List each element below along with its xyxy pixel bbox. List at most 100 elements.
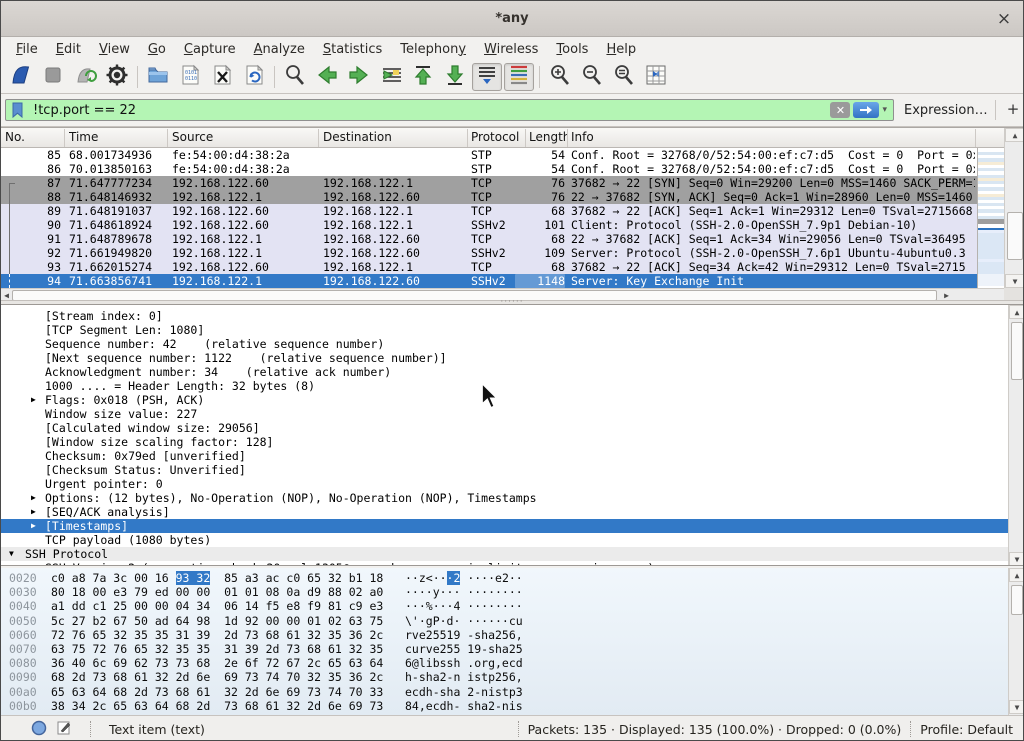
detail-row[interactable]: Sequence number: 42 (relative sequence n… [1, 337, 1008, 351]
column-separator[interactable] [567, 129, 568, 147]
packet-row-86[interactable]: 8670.013850163fe:54:00:d4:38:2aSTP54Conf… [1, 162, 1004, 176]
hex-row-00a0[interactable]: 00a065 63 64 68 2d 73 68 61 32 2d 6e 69 … [1, 685, 1023, 699]
detail-row[interactable]: Checksum: 0x79ed [unverified] [1, 449, 1008, 463]
hex-bytes[interactable]: 80 18 00 e3 79 ed 00 00 01 01 08 0a d9 8… [51, 585, 383, 599]
filter-clear-button[interactable]: ✕ [830, 102, 850, 118]
menu-go[interactable]: Go [139, 39, 175, 60]
scroll-thumb[interactable] [1007, 212, 1023, 260]
capture-options-button[interactable] [102, 63, 132, 91]
hex-row-00b0[interactable]: 00b038 34 2c 65 63 64 68 2d 73 68 61 32 … [1, 699, 1023, 713]
detail-row[interactable]: ▶Options: (12 bytes), No-Operation (NOP)… [1, 491, 1008, 505]
column-header-info[interactable]: Info [571, 130, 975, 146]
hex-bytes[interactable]: 5c 27 b2 67 50 ad 64 98 1d 92 00 00 01 0… [51, 614, 383, 628]
menu-help[interactable]: Help [597, 39, 645, 60]
expand-arrow-icon[interactable]: ▶ [31, 491, 36, 505]
hex-row-0060[interactable]: 006072 76 65 32 35 35 31 39 2d 73 68 61 … [1, 628, 1023, 642]
zoom-in-button[interactable] [545, 63, 575, 91]
bytes-vscrollbar[interactable]: ▲ ▼ [1008, 568, 1023, 715]
save-file-button[interactable]: 01010110 [175, 63, 205, 91]
colorize-toggle[interactable] [504, 63, 534, 91]
column-separator[interactable] [318, 129, 319, 147]
ascii-bytes[interactable]: ecdh-sha 2-nistp3 [405, 685, 523, 699]
hex-bytes[interactable]: c0 a8 7a 3c 00 16 93 32 85 a3 ac c0 65 3… [51, 571, 383, 585]
expand-arrow-icon[interactable]: ▶ [31, 505, 36, 519]
auto-scroll-toggle[interactable] [472, 63, 502, 91]
expression-button[interactable]: Expression… [904, 103, 988, 118]
ascii-bytes[interactable]: 6@libssh .org,ecd [405, 656, 523, 670]
hex-row-0030[interactable]: 003080 18 00 e3 79 ed 00 00 01 01 08 0a … [1, 585, 1023, 599]
ascii-selected-bytes[interactable]: ·2 [447, 571, 461, 585]
packet-row-88[interactable]: 8871.648146932192.168.122.1192.168.122.6… [1, 190, 1004, 204]
scroll-down-arrow[interactable]: ▼ [1009, 552, 1023, 566]
zoom-reset-button[interactable] [609, 63, 639, 91]
detail-row[interactable]: ▶[Timestamps] [1, 519, 1008, 533]
restart-capture-button[interactable] [70, 63, 100, 91]
detail-row[interactable]: [Stream index: 0] [1, 309, 1008, 323]
hex-bytes[interactable]: 63 75 72 76 65 32 35 35 31 39 2d 73 68 6… [51, 642, 383, 656]
go-first-button[interactable] [408, 63, 438, 91]
window-close-button[interactable]: × [993, 8, 1015, 30]
menu-capture[interactable]: Capture [175, 39, 245, 60]
expand-arrow-icon[interactable]: ▶ [31, 561, 36, 566]
menu-file[interactable]: File [7, 39, 47, 60]
ascii-bytes[interactable]: 84,ecdh- sha2-nis [405, 699, 523, 713]
ascii-bytes[interactable]: curve255 19-sha25 [405, 642, 523, 656]
detail-row[interactable]: ▶Flags: 0x018 (PSH, ACK) [1, 393, 1008, 407]
hex-row-0020[interactable]: 0020c0 a8 7a 3c 00 16 93 32 85 a3 ac c0 … [1, 571, 1023, 585]
hex-row-0050[interactable]: 00505c 27 b2 67 50 ad 64 98 1d 92 00 00 … [1, 614, 1023, 628]
hex-row-0090[interactable]: 009068 2d 73 68 61 32 2d 6e 69 73 74 70 … [1, 670, 1023, 684]
detail-row[interactable]: ▼SSH Protocol [1, 547, 1008, 561]
details-vscrollbar[interactable]: ▲ ▼ [1008, 305, 1023, 566]
scroll-thumb[interactable] [1011, 585, 1023, 615]
packet-row-92[interactable]: 9271.661949820192.168.122.1192.168.122.6… [1, 246, 1004, 260]
find-packet-button[interactable] [280, 63, 310, 91]
detail-row[interactable]: [TCP Segment Len: 1080] [1, 323, 1008, 337]
filter-apply-button[interactable] [853, 102, 879, 118]
scroll-up-arrow[interactable]: ▲ [1009, 568, 1023, 582]
column-header-no[interactable]: No. [5, 130, 61, 146]
column-separator[interactable] [64, 129, 65, 147]
collapse-arrow-icon[interactable]: ▼ [9, 547, 14, 561]
menu-view[interactable]: View [90, 39, 139, 60]
hex-dump[interactable]: 0020c0 a8 7a 3c 00 16 93 32 85 a3 ac c0 … [1, 568, 1023, 713]
stop-capture-button[interactable] [38, 63, 68, 91]
detail-row[interactable]: [Next sequence number: 1122 (relative se… [1, 351, 1008, 365]
ascii-bytes[interactable]: rve25519 -sha256, [405, 628, 523, 642]
detail-row[interactable]: ▶SSH Version 2 (encryption:chacha20-poly… [1, 561, 1008, 566]
packet-row-87[interactable]: 8771.647777234192.168.122.60192.168.122.… [1, 176, 1004, 190]
resize-columns-button[interactable] [641, 63, 671, 91]
scroll-down-arrow[interactable]: ▼ [1005, 274, 1024, 288]
column-header-length[interactable]: Length [529, 130, 567, 146]
profile-text[interactable]: Profile: Default [920, 722, 1013, 737]
packet-row-89[interactable]: 8971.648191037192.168.122.60192.168.122.… [1, 204, 1004, 218]
detail-row[interactable]: Urgent pointer: 0 [1, 477, 1008, 491]
expand-arrow-icon[interactable]: ▶ [31, 519, 36, 533]
column-separator[interactable] [525, 129, 526, 147]
column-header-protocol[interactable]: Protocol [471, 130, 523, 146]
column-separator[interactable] [467, 129, 468, 147]
start-capture-button[interactable] [6, 63, 36, 91]
packet-row-93[interactable]: 9371.662015274192.168.122.60192.168.122.… [1, 260, 1004, 274]
menu-tools[interactable]: Tools [547, 39, 597, 60]
scroll-thumb[interactable] [1011, 322, 1023, 380]
ascii-bytes[interactable]: \'·gP·d· ······cu [405, 614, 523, 628]
scroll-down-arrow[interactable]: ▼ [1009, 700, 1023, 714]
hex-bytes[interactable]: 36 40 6c 69 62 73 73 68 2e 6f 72 67 2c 6… [51, 656, 383, 670]
detail-row[interactable]: ▶[SEQ/ACK analysis] [1, 505, 1008, 519]
packet-row-91[interactable]: 9171.648789678192.168.122.1192.168.122.6… [1, 232, 1004, 246]
hex-row-0070[interactable]: 007063 75 72 76 65 32 35 35 31 39 2d 73 … [1, 642, 1023, 656]
packet-list-vscrollbar[interactable]: ▲ ▼ [1004, 128, 1024, 288]
scroll-up-arrow[interactable]: ▲ [1005, 128, 1024, 142]
detail-row[interactable]: TCP payload (1080 bytes) [1, 533, 1008, 547]
display-filter-input[interactable]: !tcp.port == 22 ✕ ▾ [5, 99, 894, 121]
hex-bytes[interactable]: 68 2d 73 68 61 32 2d 6e 69 73 74 70 32 3… [51, 670, 383, 684]
capture-comment-icon[interactable] [56, 720, 72, 739]
expand-arrow-icon[interactable]: ▶ [31, 393, 36, 407]
packet-row-85[interactable]: 8568.001734936fe:54:00:d4:38:2aSTP54Conf… [1, 148, 1004, 162]
packet-row-90[interactable]: 9071.648618924192.168.122.60192.168.122.… [1, 218, 1004, 232]
filter-history-dropdown[interactable]: ▾ [882, 105, 887, 115]
packet-list-header[interactable]: No.TimeSourceDestinationProtocolLengthIn… [1, 128, 1004, 148]
expert-info-icon[interactable] [31, 720, 47, 739]
detail-row[interactable]: [Calculated window size: 29056] [1, 421, 1008, 435]
detail-row[interactable]: Window size value: 227 [1, 407, 1008, 421]
